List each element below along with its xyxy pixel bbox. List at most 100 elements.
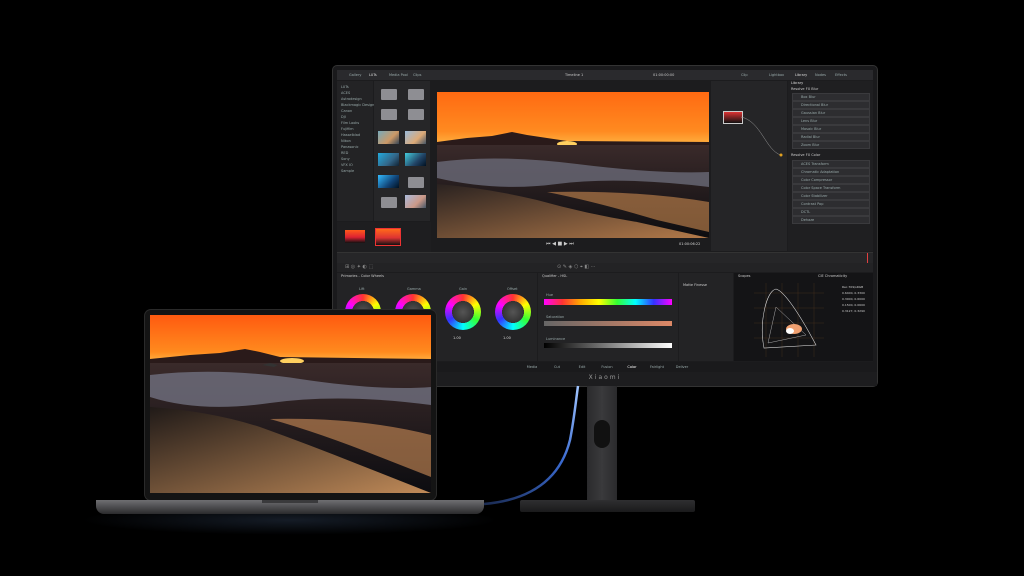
toolbar-item-clips[interactable]: Clips [413,73,421,77]
lut-folder-item[interactable]: Fujifilm [341,127,354,131]
folder-icon[interactable] [408,109,424,120]
lut-folder-item[interactable]: Canon [341,109,352,113]
nav-page-fusion[interactable]: Fusion [596,365,618,369]
folder-icon[interactable] [381,89,397,100]
playhead[interactable] [867,253,868,263]
lut-folder-item[interactable]: Film Looks [341,121,359,125]
nav-page-fairlight[interactable]: Fairlight [646,365,668,369]
nav-page-deliver[interactable]: Deliver [671,365,693,369]
wheel-label-offset: Offset [507,287,518,291]
lut-folder-item[interactable]: LUTs [341,85,349,89]
lut-folder-item[interactable]: RED [341,151,348,155]
lut-folder-item[interactable]: DJI [341,115,346,119]
nav-page-media[interactable]: Media [521,365,543,369]
luminance-bar[interactable] [544,343,672,348]
saturation-bar[interactable] [544,321,672,326]
fx-item-label: Directional Blur [801,103,829,107]
tool-icons-right[interactable]: ⊙ ✎ ◈ ⬡ ⌖ ◧ ⋯ [557,264,596,270]
toolbar-item-media-pool[interactable]: Media Pool [389,73,408,77]
color-fx-item[interactable]: DCTL [792,208,870,216]
scope-legend-item: 0.3127, 0.3290 [842,309,865,313]
fx-item[interactable]: Mosaic Blur [792,125,870,133]
lut-folder-item[interactable]: Nikon [341,139,351,143]
color-fx-item-label: Contrast Pop [801,202,824,206]
color-fx-item[interactable]: Dehaze [792,216,870,224]
lut-folder-item[interactable]: Blackmagic Design [341,103,374,107]
lut-folder-item[interactable]: Astrodesign [341,97,362,101]
tool-icons[interactable]: ⊞ ◎ ✦ ◐ ⬚ [345,264,373,270]
fx-item[interactable]: Box Blur [792,93,870,101]
color-fx-item[interactable]: ACES Transform [792,160,870,168]
scope-legend-item: Rec.709/sRGB [842,285,864,289]
viewer-image [437,92,709,238]
qualifier-hue-label: Hue [546,293,554,297]
lut-thumbnail[interactable] [405,153,426,166]
scope-legend-item: 0.1500, 0.0600 [842,303,865,307]
toolbar-nodes[interactable]: Nodes [815,73,826,77]
toolbar-clip-label[interactable]: Clip [741,73,748,77]
scopes-panel: Scopes CIE Chromaticity Rec.709/sRGB 0.64… [734,273,873,361]
hue-bar[interactable] [544,299,672,305]
lut-thumbnail[interactable] [405,131,426,144]
fx-item[interactable]: Lens Blur [792,117,870,125]
section-fx-color: Resolve FX Color [791,153,821,157]
wheels-title: Primaries - Color Wheels [341,274,384,278]
fx-item[interactable]: Gaussian Blur [792,109,870,117]
color-fx-item[interactable]: Color Space Transform [792,184,870,192]
scopes-mode[interactable]: CIE Chromaticity [818,274,847,278]
clip-thumbnail-selected[interactable] [375,228,401,246]
lut-folder-item[interactable]: Sample [341,169,354,173]
lut-thumbnail[interactable] [378,153,399,166]
toolbar-item-gallery[interactable]: Gallery [349,73,361,77]
color-fx-item[interactable]: Contrast Pop [792,200,870,208]
lut-folder-item[interactable]: ACES [341,91,350,95]
clip-thumbnail[interactable] [345,230,365,243]
toolbar-item-luts[interactable]: LUTs [369,73,377,77]
mini-timeline[interactable] [337,252,873,263]
laptop-wallpaper [150,315,431,493]
color-fx-item-label: DCTL [801,210,811,214]
fx-item[interactable]: Zoom Blur [792,141,870,149]
color-fx-item[interactable]: Color Stabilizer [792,192,870,200]
toolbar-lightbox[interactable]: Lightbox [769,73,784,77]
fx-item[interactable]: Directional Blur [792,101,870,109]
lut-thumbnail-panel [374,81,430,221]
nav-page-cut[interactable]: Cut [546,365,568,369]
lut-thumbnail[interactable] [378,175,399,188]
fx-item[interactable]: Radial Blur [792,133,870,141]
qualifier-luminance-label: Luminance [546,337,566,341]
folder-icon[interactable] [381,197,397,208]
color-fx-item[interactable]: Color Compressor [792,176,870,184]
scopes-title: Scopes [738,274,751,278]
qualifier-title: Qualifier - HSL [542,274,568,278]
play-controls[interactable]: ⏮ ◀ ■ ▶ ⏭ [546,241,574,247]
nav-page-edit[interactable]: Edit [571,365,593,369]
nav-page-color[interactable]: Color [621,365,643,369]
lut-thumbnail[interactable] [405,195,426,208]
gain-wheel[interactable] [445,294,481,330]
folder-icon[interactable] [408,89,424,100]
offset-wheel[interactable] [495,294,531,330]
offset-value[interactable]: 1.00 [503,336,511,340]
lut-folder-item[interactable]: Hasselblad [341,133,360,137]
toolbar-library[interactable]: Library [795,73,807,77]
usb-c-cable [483,385,580,506]
wheel-label-gamma: Gamma [407,287,421,291]
timeline-title[interactable]: Timeline 1 [565,73,583,77]
color-fx-item-label: Chromatic Adaptation [801,170,840,174]
color-fx-item[interactable]: Chromatic Adaptation [792,168,870,176]
folder-icon[interactable] [408,177,424,188]
lut-folder-item[interactable]: VFX IO [341,163,353,167]
folder-icon[interactable] [381,109,397,120]
lut-folder-item[interactable]: Panasonic [341,145,359,149]
node-connection [740,116,783,157]
viewer-timecode: 01:00:06:22 [679,242,701,246]
scope-legend-item: 0.6400, 0.3300 [842,291,865,295]
color-fx-item-label: Dehaze [801,218,815,222]
fx-item-label: Radial Blur [801,135,820,139]
gain-value[interactable]: 1.00 [453,336,461,340]
lut-thumbnail[interactable] [378,131,399,144]
fx-item-label: Mosaic Blur [801,127,822,131]
lut-folder-item[interactable]: Sony [341,157,350,161]
toolbar-effects[interactable]: Effects [835,73,847,77]
